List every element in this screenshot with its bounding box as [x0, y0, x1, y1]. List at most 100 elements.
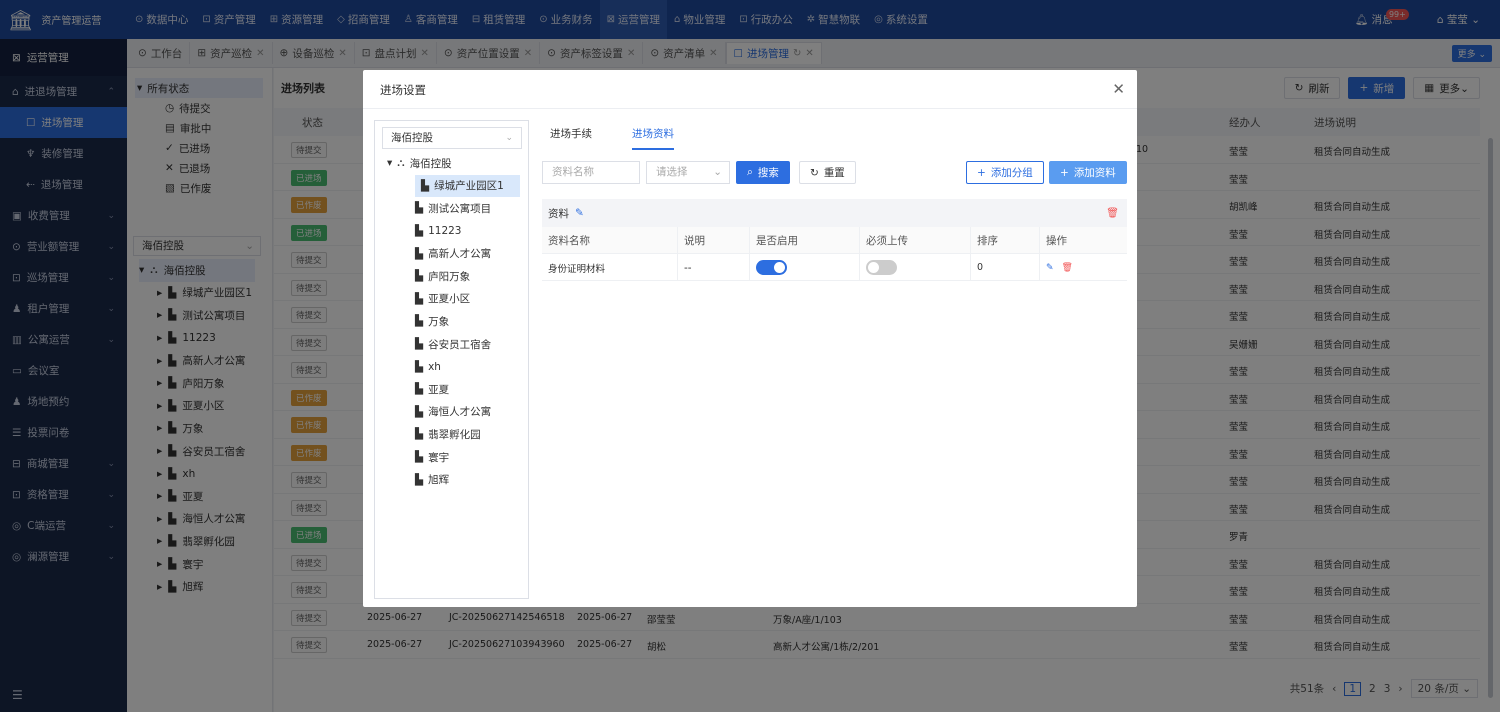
modal-divider: [363, 108, 1137, 109]
caret-down-icon: ▾: [387, 157, 393, 170]
modal-tree-node-label: 测试公寓项目: [428, 202, 492, 215]
modal-tree-node[interactable]: ▙ 旭辉: [387, 468, 520, 491]
modal-tree-root-label: 海佰控股: [409, 157, 452, 170]
modal-tree-node-label: 绿城产业园区1: [434, 180, 504, 193]
plus-icon: +: [977, 166, 986, 179]
add-material-label: 添加资料: [1073, 167, 1116, 179]
modal-tree-node-label: 11223: [428, 225, 462, 238]
material-header-cell: 操作: [1039, 227, 1067, 254]
toggle-knob: [868, 262, 879, 273]
material-order: 0: [970, 254, 983, 281]
trash-icon[interactable]: 🗑︎: [1062, 263, 1073, 273]
modal-tree-node-label: 旭辉: [428, 474, 450, 487]
chevron-down-icon: ⌄: [505, 133, 513, 143]
building-icon: ▙: [415, 270, 424, 283]
modal-org-select[interactable]: 海佰控股 ⌄: [382, 127, 522, 149]
material-header-cell: 说明: [677, 227, 705, 254]
modal-tree-node-label: 翡翠孵化园: [428, 428, 481, 441]
group-title: 资料: [548, 207, 569, 220]
material-required-cell: [859, 254, 897, 281]
building-icon: ▙: [415, 225, 424, 238]
building-icon: ▙: [415, 451, 424, 464]
modal-tabs: 进场手续 进场资料: [542, 120, 674, 150]
modal-tree-node[interactable]: ▙ 寰宇: [387, 446, 520, 469]
material-enabled-cell: [749, 254, 787, 281]
material-table: 资料名称 说明 是否启用 必须上传 排序 操作身份证明材料 -- 0 ✎ 🗑︎: [542, 227, 1127, 281]
material-header-cell: 排序: [970, 227, 998, 254]
modal-tree-node[interactable]: ▙ 11223: [387, 220, 520, 243]
material-name-input[interactable]: 资料名称: [542, 161, 640, 184]
material-header-cell: 资料名称: [548, 235, 590, 247]
modal-tree-node[interactable]: ▙ 庐阳万象: [387, 265, 520, 288]
org-icon: ⛬: [397, 156, 405, 169]
building-icon: ▙: [415, 338, 424, 351]
modal-tree-node[interactable]: ▙ 高新人才公寓: [387, 242, 520, 265]
modal-tree-root[interactable]: ▾ ⛬ 海佰控股: [387, 152, 520, 175]
building-icon: ▙: [415, 383, 424, 396]
modal-tree-node[interactable]: ▙ 翡翠孵化园: [387, 423, 520, 446]
modal-tree-node[interactable]: ▙ xh: [387, 355, 520, 378]
modal-tree-node[interactable]: ▙ 亚夏小区: [387, 288, 520, 311]
modal-tree-node-label: 庐阳万象: [428, 270, 471, 283]
building-icon: ▙: [415, 473, 424, 486]
material-type-select[interactable]: 请选择 ⌄: [646, 161, 730, 184]
entry-settings-modal: 进场设置 ✕ 海佰控股 ⌄ ▾ ⛬ 海佰控股 ▙ 绿城产业园区1 ▙ 测试公寓项目 ▙ 1122…: [363, 70, 1137, 607]
material-group-header: 资料 ✎ 🗑︎: [542, 199, 1127, 227]
modal-tree-node-label: 高新人才公寓: [428, 248, 492, 261]
building-icon: ▙: [415, 315, 424, 328]
close-icon[interactable]: ✕: [1112, 80, 1125, 98]
trash-icon[interactable]: 🗑︎: [1106, 208, 1119, 219]
search-label: 搜索: [757, 167, 779, 179]
enabled-toggle[interactable]: [756, 260, 787, 275]
modal-org-panel: 海佰控股 ⌄ ▾ ⛬ 海佰控股 ▙ 绿城产业园区1 ▙ 测试公寓项目 ▙ 11223 ▙ 高新人才公…: [374, 120, 529, 599]
material-header-cell: 必须上传: [859, 227, 908, 254]
modal-tree-node-label: 亚夏: [428, 383, 450, 396]
required-toggle[interactable]: [866, 260, 897, 275]
add-group-label: 添加分组: [990, 167, 1033, 179]
modal-tree-node[interactable]: ▙ 测试公寓项目: [387, 197, 520, 220]
action-icons: ✎ 🗑︎: [1046, 263, 1073, 273]
material-header-cell: 是否启用: [749, 227, 798, 254]
edit-icon[interactable]: ✎: [1046, 263, 1054, 273]
modal-tree-node-label: 寰宇: [428, 451, 450, 464]
search-icon: ⌕: [747, 166, 753, 178]
add-material-button[interactable]: + 添加资料: [1049, 161, 1127, 184]
modal-content: 进场手续 进场资料 资料名称 请选择 ⌄ ⌕ 搜索 ↻ 重置 + 添加分组 + 添加资料 …: [542, 120, 1127, 600]
material-table-header: 资料名称 说明 是否启用 必须上传 排序 操作: [542, 227, 1127, 254]
building-icon: ▙: [421, 179, 430, 192]
edit-icon[interactable]: ✎: [575, 207, 584, 219]
search-button[interactable]: ⌕ 搜索: [736, 161, 790, 184]
building-icon: ▙: [415, 202, 424, 215]
material-name: 身份证明材料: [548, 263, 606, 275]
modal-tree-node[interactable]: ▙ 万象: [387, 310, 520, 333]
modal-tree-node[interactable]: ▙ 亚夏: [387, 378, 520, 401]
modal-tree-node[interactable]: ▙ 海恒人才公寓: [387, 401, 520, 424]
modal-tree-node[interactable]: ▙ 谷安员工宿舍: [387, 333, 520, 356]
modal-tab-0[interactable]: 进场手续: [550, 120, 592, 150]
material-desc: --: [677, 254, 692, 281]
building-icon: ▙: [415, 428, 424, 441]
plus-icon: +: [1060, 166, 1069, 179]
modal-title: 进场设置: [380, 83, 426, 97]
modal-org-select-value: 海佰控股: [391, 132, 433, 144]
material-filter-bar: 资料名称 请选择 ⌄ ⌕ 搜索 ↻ 重置 + 添加分组 + 添加资料: [542, 161, 1127, 184]
modal-tree-node-label: 谷安员工宿舍: [428, 338, 492, 351]
material-actions: ✎ 🗑︎: [1039, 254, 1073, 281]
material-row: 身份证明材料 -- 0 ✎ 🗑︎: [542, 254, 1127, 281]
modal-tree-node-label: 海恒人才公寓: [428, 406, 492, 419]
reset-label: 重置: [823, 167, 845, 179]
building-icon: ▙: [415, 360, 424, 373]
add-group-button[interactable]: + 添加分组: [966, 161, 1044, 184]
chevron-down-icon: ⌄: [713, 166, 722, 178]
modal-tree-node[interactable]: ▙ 绿城产业园区1: [415, 174, 520, 198]
modal-tree-node-label: 万象: [428, 315, 450, 328]
modal-tree-node-label: xh: [428, 360, 441, 373]
building-icon: ▙: [415, 405, 424, 418]
select-placeholder: 请选择: [656, 166, 688, 178]
building-icon: ▙: [415, 292, 424, 305]
reset-button[interactable]: ↻ 重置: [799, 161, 856, 184]
toggle-knob: [774, 262, 785, 273]
modal-tab-1[interactable]: 进场资料: [632, 120, 674, 150]
modal-tree-node-label: 亚夏小区: [428, 293, 471, 306]
building-icon: ▙: [415, 247, 424, 260]
